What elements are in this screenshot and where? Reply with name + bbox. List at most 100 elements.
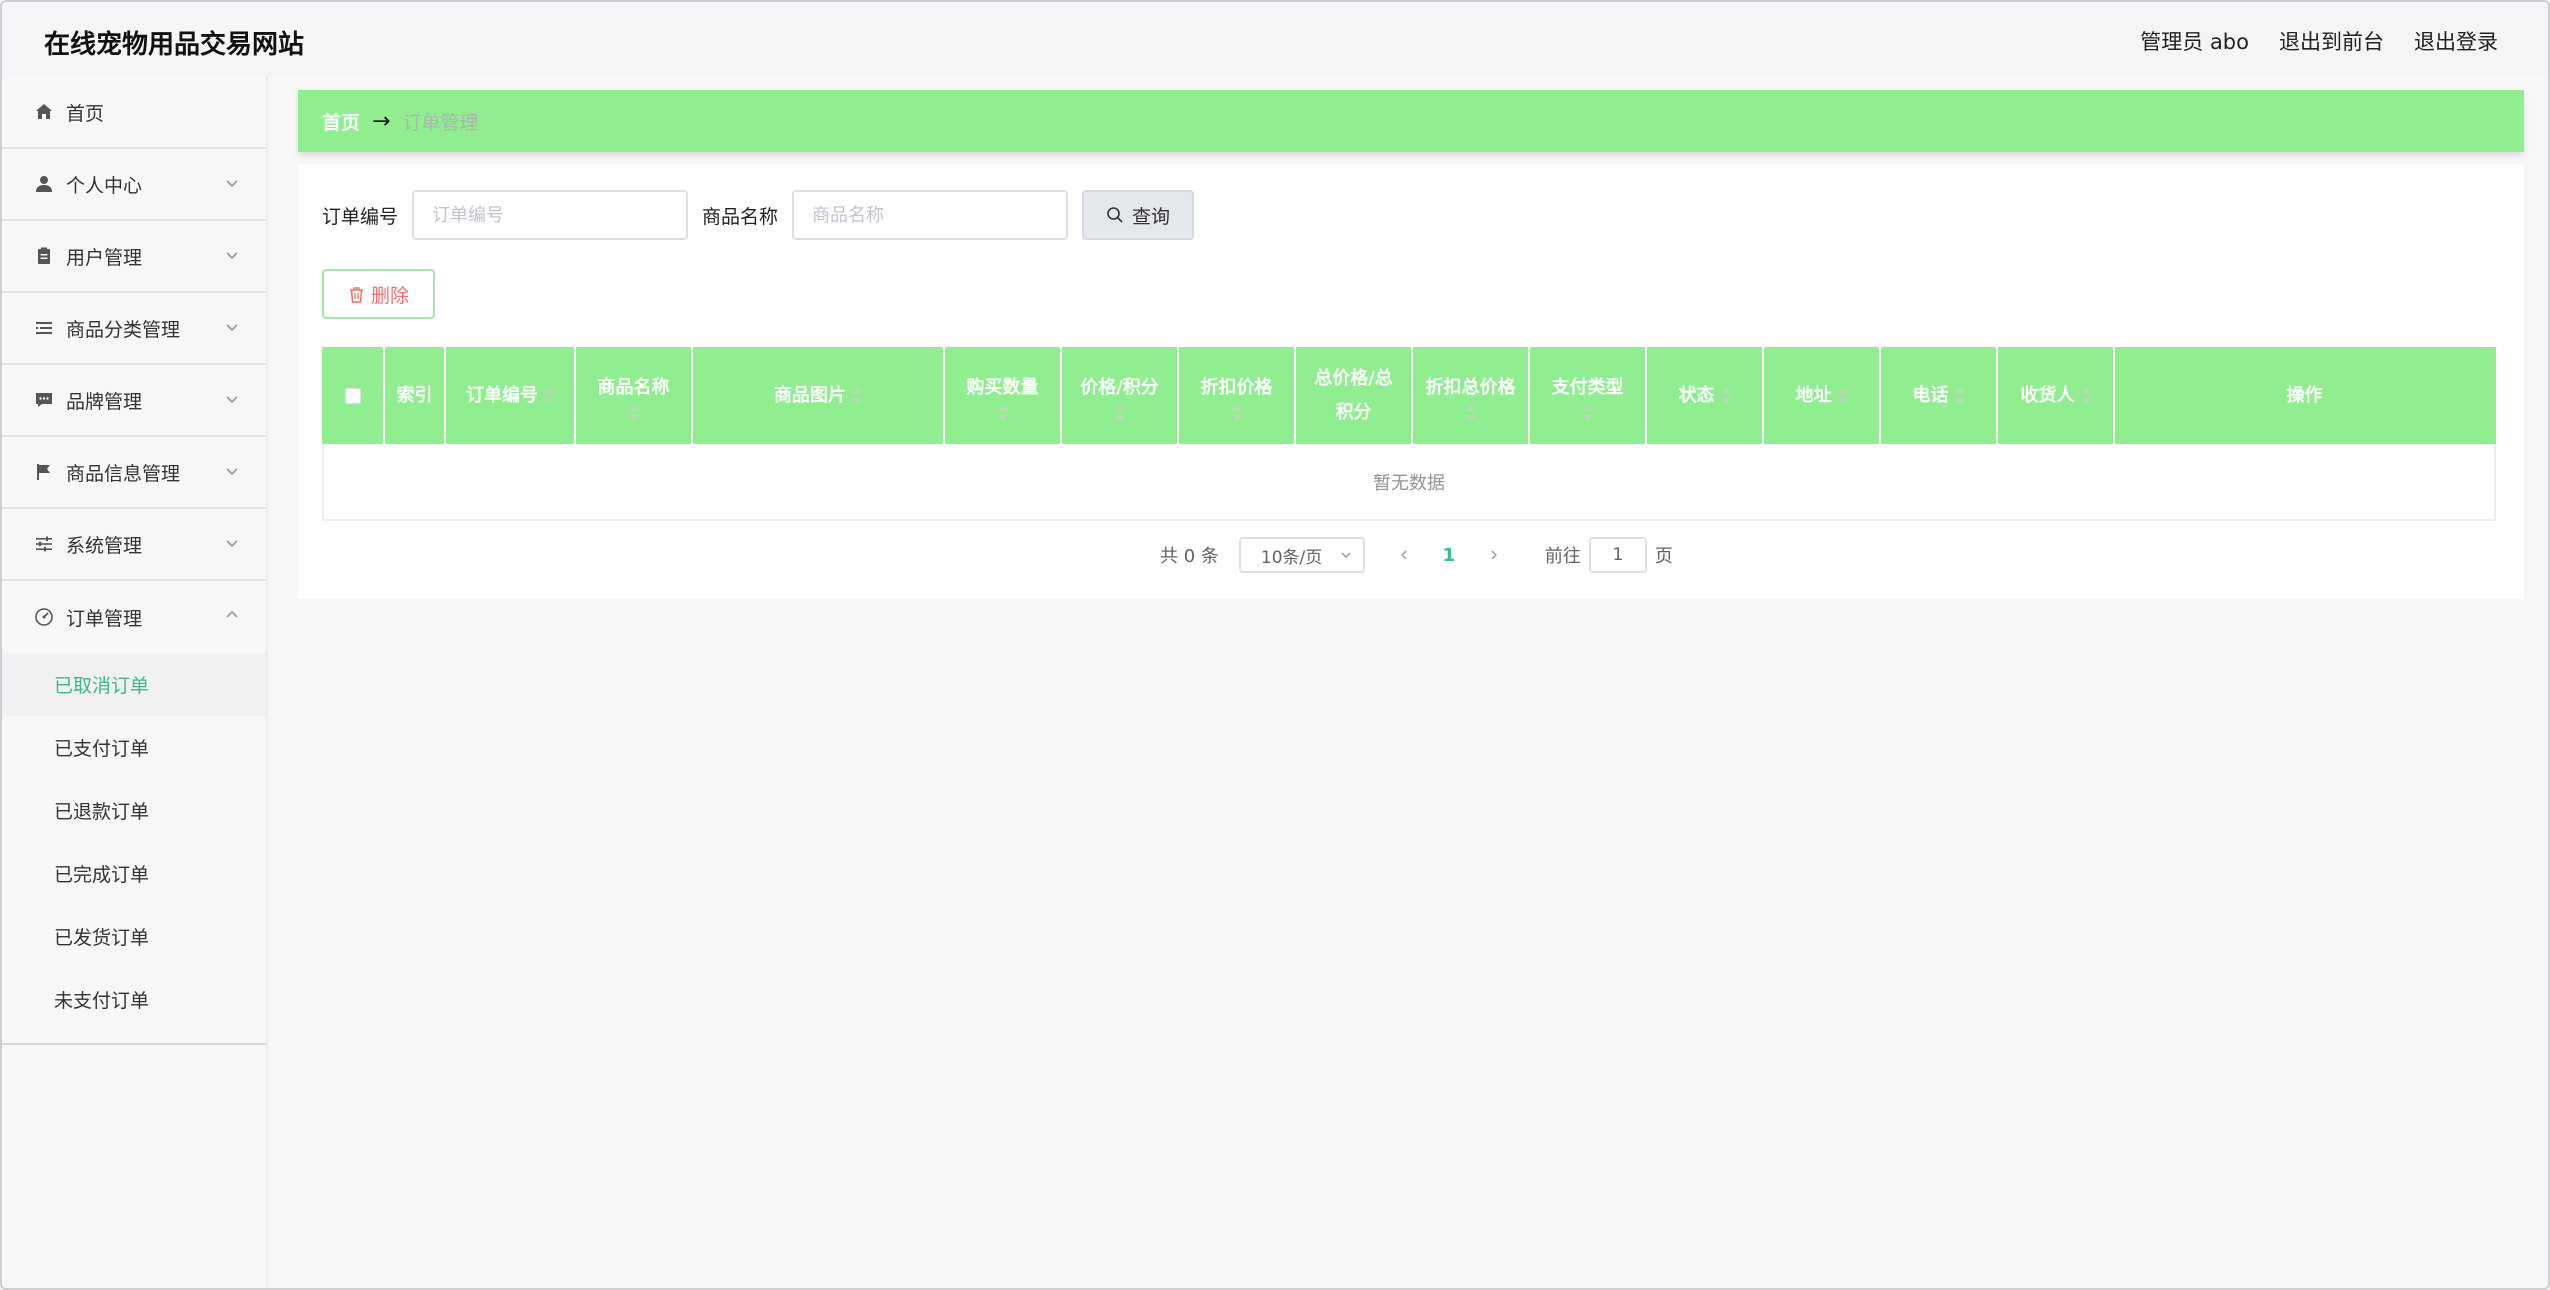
app-window: 在线宠物用品交易网站 管理员 abo 退出到前台 退出登录 首页 个人中心 用户… bbox=[0, 0, 2550, 1290]
main-panel: 订单编号 商品名称 查询 删除 索引 订单编号 bbox=[298, 164, 2524, 599]
chevron-down-icon bbox=[226, 324, 238, 332]
sort-icon[interactable] bbox=[1837, 387, 1848, 404]
column-header-phone[interactable]: 电话 bbox=[1881, 347, 1998, 444]
sidebar-item-label: 商品信息管理 bbox=[66, 462, 181, 485]
column-header-payment-type[interactable]: 支付类型 bbox=[1530, 347, 1647, 444]
goto-label: 前往 bbox=[1544, 546, 1581, 567]
header-links: 管理员 abo 退出到前台 退出登录 bbox=[2140, 26, 2498, 56]
sliders-icon bbox=[32, 532, 56, 556]
table-header: 索引 订单编号 商品名称 商品图片 购买数量 价格/积分 折扣价格 总价格/总积… bbox=[322, 347, 2496, 444]
column-header-product-name[interactable]: 商品名称 bbox=[576, 347, 693, 444]
user-icon bbox=[32, 172, 56, 196]
submenu-unpaid-orders[interactable]: 未支付订单 bbox=[2, 968, 266, 1031]
sidebar-item-label: 品牌管理 bbox=[66, 390, 143, 413]
pagination-total: 共 0 条 bbox=[1160, 546, 1219, 567]
chevron-down-icon bbox=[226, 540, 238, 548]
sidebar-item-label: 系统管理 bbox=[66, 534, 143, 557]
select-all-checkbox[interactable] bbox=[344, 387, 361, 404]
order-no-input[interactable] bbox=[412, 190, 689, 240]
sort-icon[interactable] bbox=[1954, 387, 1965, 404]
prev-page-button[interactable] bbox=[1389, 548, 1419, 562]
column-header-quantity[interactable]: 购买数量 bbox=[945, 347, 1062, 444]
column-header-discount-price[interactable]: 折扣价格 bbox=[1179, 347, 1296, 444]
sidebar-item-user-management[interactable]: 用户管理 bbox=[2, 221, 266, 293]
chevron-up-icon bbox=[226, 610, 238, 618]
order-submenu: 已取消订单 已支付订单 已退款订单 已完成订单 已发货订单 未支付订单 bbox=[2, 653, 266, 1045]
breadcrumb-home[interactable]: 首页 bbox=[322, 108, 360, 135]
product-name-input[interactable] bbox=[792, 190, 1069, 240]
sidebar-item-label: 个人中心 bbox=[66, 174, 143, 197]
sort-icon[interactable] bbox=[1465, 404, 1476, 421]
select-all-header[interactable] bbox=[322, 347, 385, 444]
chevron-down-icon bbox=[1341, 552, 1351, 558]
page-number-current[interactable]: 1 bbox=[1419, 545, 1479, 566]
sidebar-item-home[interactable]: 首页 bbox=[2, 77, 266, 149]
chevron-left-icon bbox=[1400, 550, 1407, 560]
goto-page-input[interactable] bbox=[1588, 537, 1647, 573]
sidebar-item-system-management[interactable]: 系统管理 bbox=[2, 509, 266, 581]
chevron-down-icon bbox=[226, 468, 238, 476]
sidebar-item-label: 首页 bbox=[66, 102, 105, 125]
pagination: 共 0 条 10条/页 1 前往 页 bbox=[1160, 537, 1673, 573]
orders-table: 索引 订单编号 商品名称 商品图片 购买数量 价格/积分 折扣价格 总价格/总积… bbox=[322, 347, 2496, 521]
submenu-shipped-orders[interactable]: 已发货订单 bbox=[2, 905, 266, 968]
chevron-right-icon bbox=[1491, 550, 1497, 560]
query-button[interactable]: 查询 bbox=[1082, 190, 1195, 240]
sort-icon[interactable] bbox=[2080, 387, 2091, 404]
sidebar-item-brand-management[interactable]: 品牌管理 bbox=[2, 365, 266, 437]
column-header-price-points[interactable]: 价格/积分 bbox=[1062, 347, 1179, 444]
sort-icon[interactable] bbox=[1720, 387, 1731, 404]
next-page-button[interactable] bbox=[1479, 548, 1509, 562]
admin-label: 管理员 abo bbox=[2140, 30, 2249, 54]
chevron-down-icon bbox=[226, 396, 238, 404]
column-header-discount-total[interactable]: 折扣总价格 bbox=[1413, 347, 1530, 444]
submenu-refunded-orders[interactable]: 已退款订单 bbox=[2, 779, 266, 842]
logout-link[interactable]: 退出登录 bbox=[2414, 26, 2498, 56]
sidebar-item-personal-center[interactable]: 个人中心 bbox=[2, 149, 266, 221]
sort-icon[interactable] bbox=[852, 387, 862, 404]
page-suffix: 页 bbox=[1654, 546, 1673, 567]
site-title: 在线宠物用品交易网站 bbox=[44, 30, 305, 60]
submenu-paid-orders[interactable]: 已支付订单 bbox=[2, 716, 266, 779]
delete-button[interactable]: 删除 bbox=[322, 269, 435, 319]
order-no-label: 订单编号 bbox=[322, 205, 399, 228]
chevron-down-icon bbox=[226, 180, 238, 188]
column-header-product-image[interactable]: 商品图片 bbox=[693, 347, 945, 444]
home-icon bbox=[32, 100, 56, 124]
page-size-select[interactable]: 10条/页 bbox=[1238, 537, 1365, 573]
column-header-address[interactable]: 地址 bbox=[1764, 347, 1881, 444]
search-form: 订单编号 商品名称 查询 bbox=[322, 190, 1195, 240]
top-header: 在线宠物用品交易网站 管理员 abo 退出到前台 退出登录 bbox=[2, 2, 2548, 77]
column-header-receiver[interactable]: 收货人 bbox=[1998, 347, 2115, 444]
product-name-label: 商品名称 bbox=[702, 205, 779, 228]
sidebar-item-order-management[interactable]: 订单管理 bbox=[2, 581, 266, 653]
table-empty-row: 暂无数据 bbox=[322, 444, 2496, 521]
chevron-down-icon bbox=[226, 252, 238, 260]
clipboard-icon bbox=[32, 244, 56, 268]
sidebar-item-product-info-management[interactable]: 商品信息管理 bbox=[2, 437, 266, 509]
sidebar-item-label: 商品分类管理 bbox=[66, 318, 181, 341]
sidebar-item-category-management[interactable]: 商品分类管理 bbox=[2, 293, 266, 365]
trash-icon bbox=[349, 286, 363, 303]
submenu-completed-orders[interactable]: 已完成订单 bbox=[2, 842, 266, 905]
list-icon bbox=[32, 316, 56, 340]
breadcrumb: 首页 → 订单管理 bbox=[298, 90, 2524, 152]
back-to-front-link[interactable]: 退出到前台 bbox=[2279, 26, 2384, 56]
flag-icon bbox=[32, 460, 56, 484]
sort-icon[interactable] bbox=[1114, 404, 1125, 421]
submenu-cancelled-orders[interactable]: 已取消订单 bbox=[2, 653, 266, 716]
column-header-order-no[interactable]: 订单编号 bbox=[446, 347, 576, 444]
sort-icon[interactable] bbox=[628, 404, 639, 421]
search-icon bbox=[1107, 207, 1123, 223]
sort-icon[interactable] bbox=[997, 404, 1008, 421]
sort-icon[interactable] bbox=[544, 387, 554, 404]
column-header-status[interactable]: 状态 bbox=[1647, 347, 1764, 444]
breadcrumb-separator: → bbox=[372, 108, 391, 134]
empty-text: 暂无数据 bbox=[1373, 472, 1445, 494]
sort-icon[interactable] bbox=[1231, 404, 1242, 421]
column-header-index: 索引 bbox=[385, 347, 446, 444]
chat-icon bbox=[32, 388, 56, 412]
gauge-icon bbox=[32, 605, 56, 629]
sort-icon[interactable] bbox=[1582, 404, 1593, 421]
column-header-total-price-points[interactable]: 总价格/总积分 bbox=[1296, 347, 1413, 444]
